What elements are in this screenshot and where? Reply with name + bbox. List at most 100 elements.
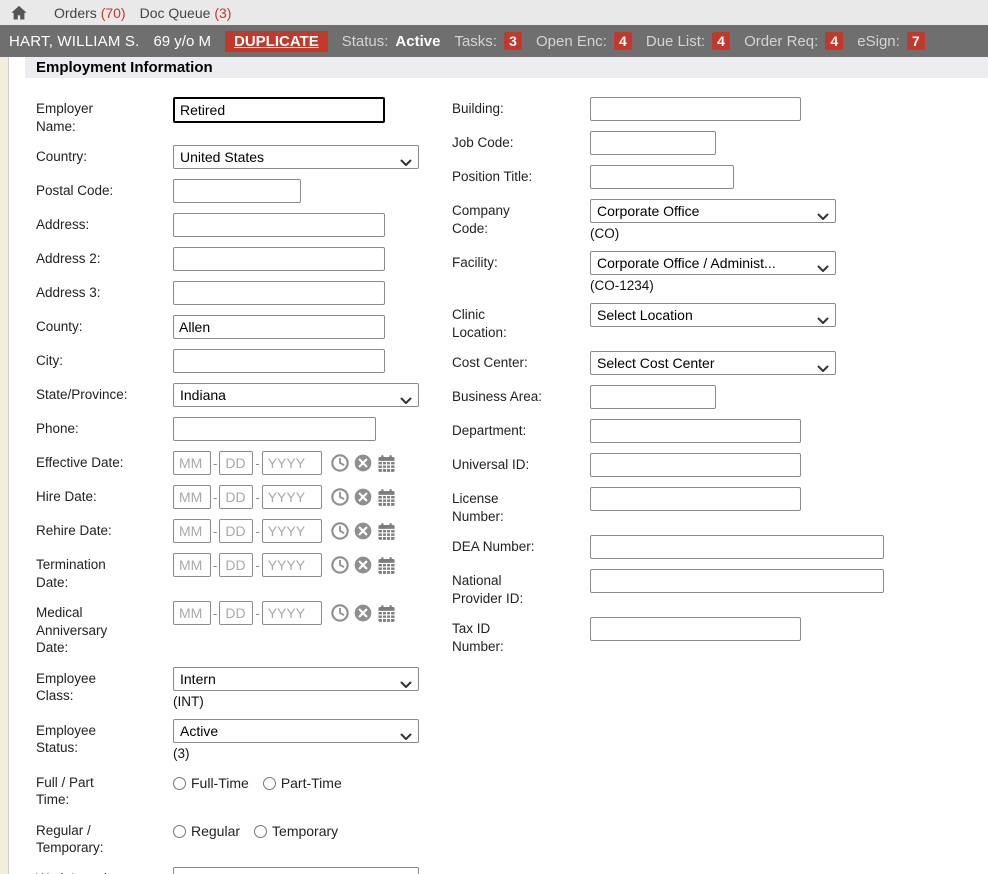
employee-status-select[interactable]: Active [173,719,419,743]
field-dea-number: DEA Number: [452,535,988,559]
business-area-input[interactable] [590,385,716,409]
patient-age-sex: 69 y/o M [153,33,211,50]
field-country: Country: United States [36,145,452,169]
stat-order-req-badge[interactable]: 4 [825,32,843,50]
state-province-select[interactable]: Indiana [173,383,419,407]
duplicate-badge[interactable]: DUPLICATE [225,31,328,52]
postal-code-label: Postal Code: [36,179,173,203]
medical-anniversary-date-yyyy-input[interactable] [262,601,322,625]
work-location-select[interactable]: Select Location [173,867,419,874]
license-number-input[interactable] [590,487,801,511]
address-input[interactable] [173,213,385,237]
field-employee-status: Employee Status: Active (3) [36,719,452,761]
company-code-select[interactable]: Corporate Office [590,199,836,223]
clinic-location-select[interactable]: Select Location [590,303,836,327]
regular-temporary-radios: Regular Temporary [173,819,452,839]
clear-circle-icon[interactable] [353,487,373,507]
termination-date-yyyy-input[interactable] [262,553,322,577]
field-company-code: Company Code: Corporate Office (CO) [452,199,988,241]
nav-link-orders-label: Orders [54,5,97,21]
employee-status-label: Employee Status: [36,722,120,757]
hire-date-mm-input[interactable] [173,485,211,509]
calendar-icon[interactable] [376,487,397,508]
clear-circle-icon[interactable] [353,555,373,575]
rehire-date-mm-input[interactable] [173,519,211,543]
stat-open-enc: Open Enc: 4 [536,32,632,50]
field-rehire-date: Rehire Date: -- [36,519,452,543]
address-label: Address: [36,213,173,237]
termination-date-mm-input[interactable] [173,553,211,577]
field-facility: Facility: Corporate Office / Administ...… [452,251,988,293]
department-input[interactable] [590,419,801,443]
effective-date-dd-input[interactable] [219,451,253,475]
department-label: Department: [452,419,590,443]
field-address3: Address 3: [36,281,452,305]
medical-anniversary-date-dd-input[interactable] [219,601,253,625]
dea-number-input[interactable] [590,535,884,559]
calendar-icon[interactable] [376,453,397,474]
part-time-radio[interactable]: Part-Time [263,775,342,791]
effective-date-yyyy-input[interactable] [262,451,322,475]
calendar-icon[interactable] [376,603,397,624]
home-icon[interactable] [10,4,28,22]
national-provider-id-input[interactable] [590,569,884,593]
stat-due-list-badge[interactable]: 4 [712,32,730,50]
city-input[interactable] [173,349,385,373]
stat-esign-badge[interactable]: 7 [907,32,925,50]
stat-open-enc-badge[interactable]: 4 [614,32,632,50]
county-input[interactable] [173,315,385,339]
termination-date-dd-input[interactable] [219,553,253,577]
rehire-date-yyyy-input[interactable] [262,519,322,543]
clear-circle-icon[interactable] [353,453,373,473]
full-time-radio[interactable]: Full-Time [173,775,249,791]
clock-icon[interactable] [330,555,350,575]
cost-center-select[interactable]: Select Cost Center [590,351,836,375]
temporary-radio[interactable]: Temporary [254,823,338,839]
top-nav-bar: Orders (70) Doc Queue (3) [0,0,988,25]
universal-id-input[interactable] [590,453,801,477]
postal-code-input[interactable] [173,179,301,203]
clock-icon[interactable] [330,487,350,507]
address3-input[interactable] [173,281,385,305]
full-time-radio-label: Full-Time [191,775,249,791]
nav-link-doc-queue[interactable]: Doc Queue (3) [140,5,232,21]
country-select[interactable]: United States [173,145,419,169]
clock-icon[interactable] [330,521,350,541]
medical-anniversary-date-mm-input[interactable] [173,601,211,625]
state-province-select-value: Indiana [180,387,226,403]
medical-anniversary-date-inputs: -- [173,601,452,625]
job-code-input[interactable] [590,131,716,155]
chevron-down-icon [817,260,829,275]
hire-date-dd-input[interactable] [219,485,253,509]
employee-class-select[interactable]: Intern [173,667,419,691]
hire-date-yyyy-input[interactable] [262,485,322,509]
calendar-icon[interactable] [376,521,397,542]
nav-link-orders[interactable]: Orders (70) [54,5,126,21]
building-input[interactable] [590,97,801,121]
rehire-date-dd-input[interactable] [219,519,253,543]
position-title-input[interactable] [590,165,734,189]
field-building: Building: [452,97,988,121]
regular-temporary-label: Regular / Temporary: [36,822,120,857]
stat-due-list: Due List: 4 [646,32,730,50]
clock-icon[interactable] [330,453,350,473]
cost-center-select-value: Select Cost Center [597,355,715,371]
field-city: City: [36,349,452,373]
county-label: County: [36,315,173,339]
field-effective-date: Effective Date: -- [36,451,452,475]
calendar-icon[interactable] [376,555,397,576]
facility-select[interactable]: Corporate Office / Administ... [590,251,836,275]
effective-date-label: Effective Date: [36,451,173,475]
phone-input[interactable] [173,417,376,441]
clock-icon[interactable] [330,603,350,623]
employer-name-input[interactable] [173,97,385,123]
clear-circle-icon[interactable] [353,521,373,541]
regular-radio[interactable]: Regular [173,823,240,839]
clear-circle-icon[interactable] [353,603,373,623]
address2-input[interactable] [173,247,385,271]
temporary-radio-label: Temporary [272,823,338,839]
stat-tasks-badge[interactable]: 3 [504,32,522,50]
chevron-down-icon [817,208,829,223]
tax-id-number-input[interactable] [590,617,801,641]
effective-date-mm-input[interactable] [173,451,211,475]
